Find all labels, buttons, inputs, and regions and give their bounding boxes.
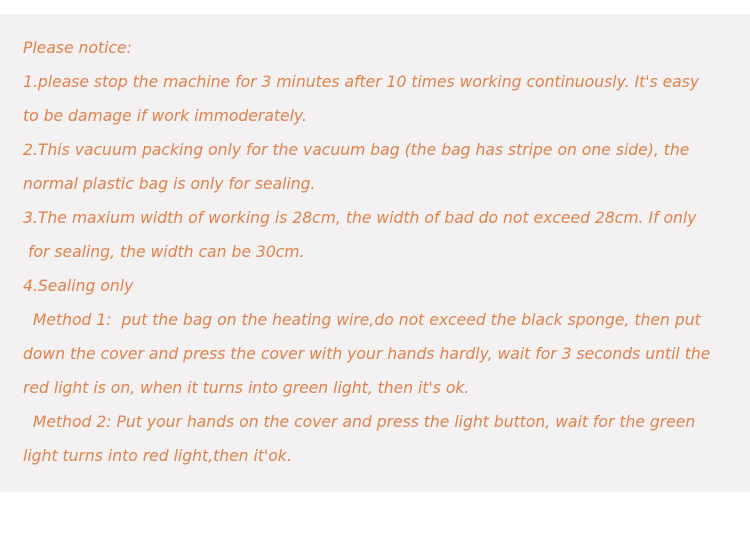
notice-line-7: 4.Sealing only [23, 277, 134, 295]
notice-line-11: Method 2: Put your hands on the cover an… [23, 413, 696, 431]
notice-text: Please notice: 1.please stop the machine… [23, 31, 745, 473]
notice-line-10: red light is on, when it turns into gree… [23, 379, 470, 397]
notice-line-2: to be damage if work immoderately. [23, 107, 307, 125]
notice-line-5: 3.The maxium width of working is 28cm, t… [23, 209, 697, 227]
notice-line-12: light turns into red light,then it'ok. [23, 447, 292, 465]
notice-line-3: 2.This vacuum packing only for the vacuu… [23, 141, 690, 159]
notice-line-4: normal plastic bag is only for sealing. [23, 175, 316, 193]
notice-panel: Please notice: 1.please stop the machine… [0, 14, 750, 492]
notice-line-1: 1.please stop the machine for 3 minutes … [23, 73, 700, 91]
notice-line-9: down the cover and press the cover with … [23, 345, 711, 363]
notice-line-8: Method 1: put the bag on the heating wir… [23, 311, 701, 329]
notice-heading: Please notice: [23, 39, 132, 57]
notice-line-6: for sealing, the width can be 30cm. [23, 243, 305, 261]
